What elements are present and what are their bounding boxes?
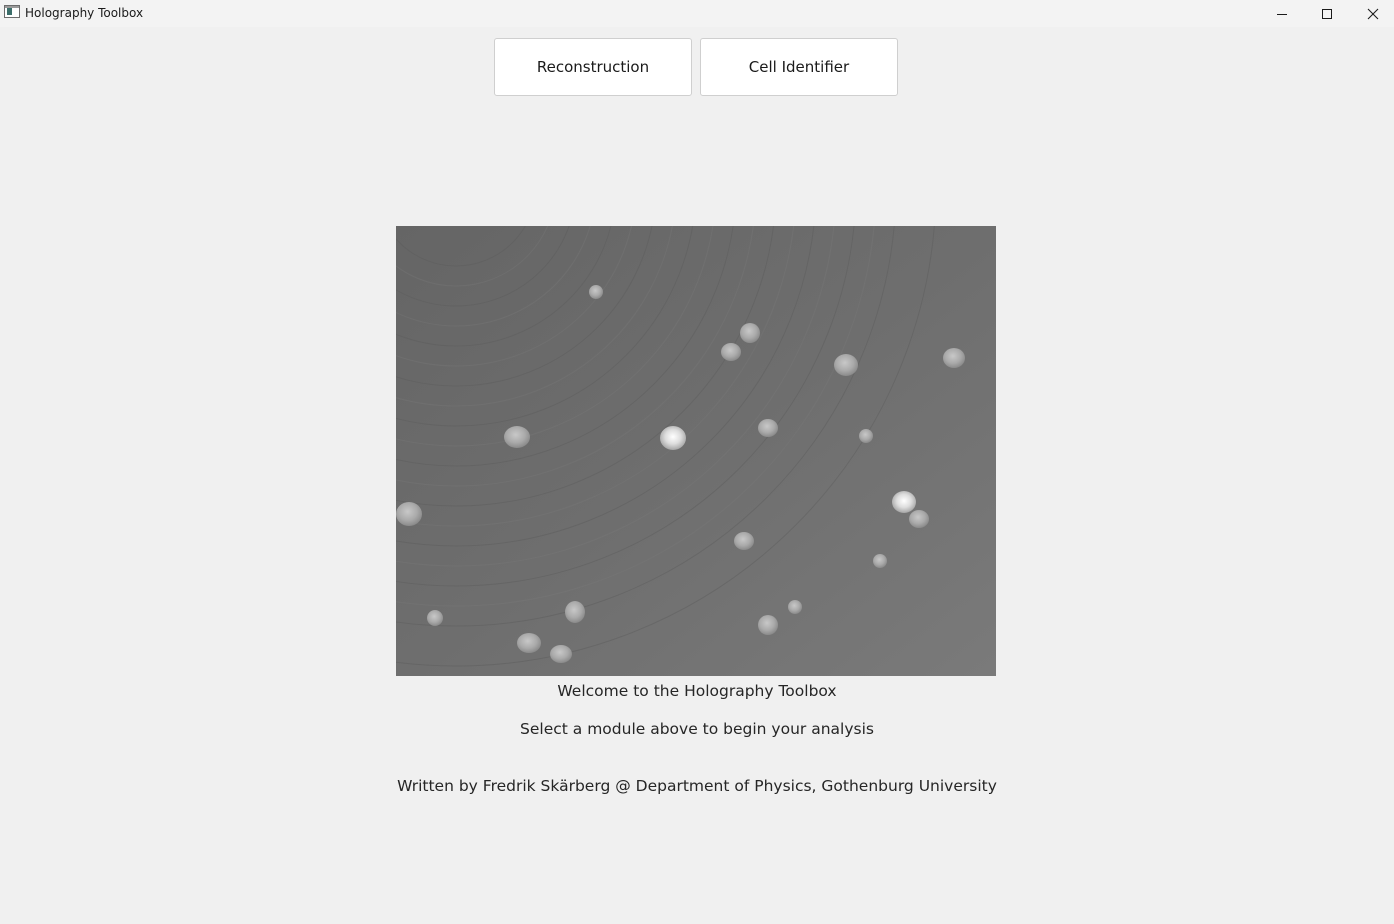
app-icon: [4, 5, 20, 18]
hologram-image: [396, 226, 996, 676]
minimize-icon: [1277, 13, 1287, 15]
minimize-button[interactable]: [1259, 0, 1305, 27]
credit-text: Written by Fredrik Skärberg @ Department…: [397, 777, 997, 795]
instruction-text: Select a module above to begin your anal…: [520, 720, 874, 738]
window-title: Holography Toolbox: [25, 6, 144, 20]
maximize-button[interactable]: [1304, 0, 1350, 27]
title-bar[interactable]: Holography Toolbox: [0, 0, 1394, 27]
main-window: Holography Toolbox Reconstruction Cell I…: [0, 0, 1394, 924]
close-icon: [1367, 8, 1379, 19]
close-button[interactable]: [1350, 0, 1394, 27]
welcome-text: Welcome to the Holography Toolbox: [557, 682, 837, 700]
reconstruction-button[interactable]: Reconstruction: [494, 38, 692, 96]
maximize-icon: [1322, 8, 1332, 19]
cell-identifier-button[interactable]: Cell Identifier: [700, 38, 898, 96]
